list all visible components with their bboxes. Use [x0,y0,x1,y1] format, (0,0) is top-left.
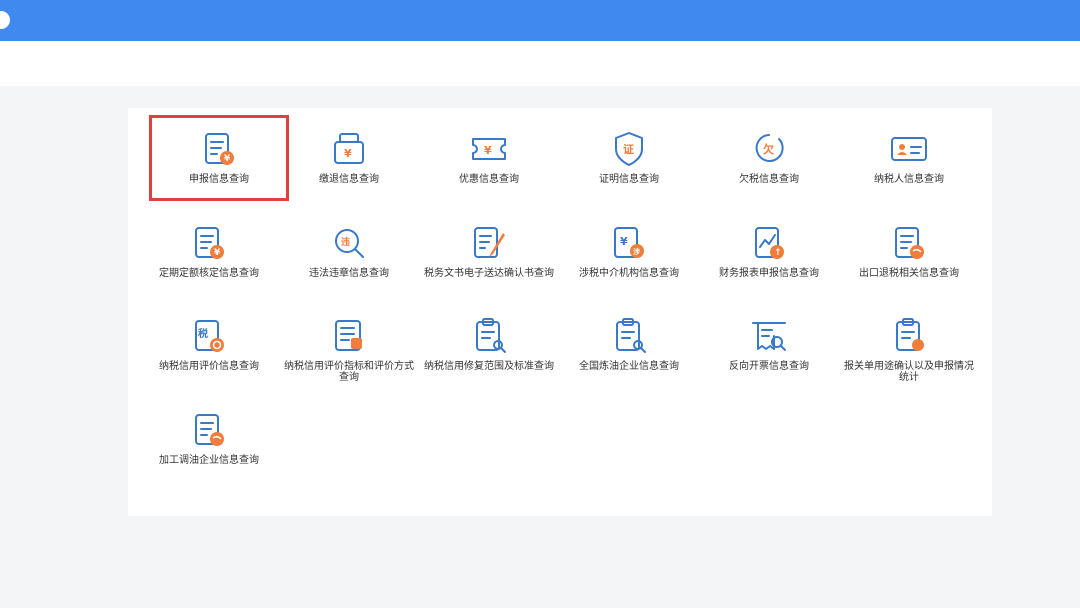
query-item-arrears[interactable]: 欠 欠税信息查询 [699,115,839,201]
query-item-refinery[interactable]: 全国炼油企业信息查询 [559,302,699,388]
query-item-credit-index[interactable]: 纳税信用评价指标和评价方式查询 [279,302,419,388]
query-item-label: 纳税信用修复范围及标准查询 [424,361,554,372]
svg-text:¥: ¥ [224,154,231,164]
query-item-label: 纳税信用评价指标和评价方式查询 [284,361,414,383]
query-item-customs-declaration[interactable]: 报关单用途确认以及申报情况统计 [839,302,979,388]
svg-text:↑: ↑ [774,248,782,258]
credit-index-icon [335,320,362,351]
svg-text:涉: 涉 [633,247,640,256]
query-item-label: 税务文书电子送达确认书查询 [424,268,554,279]
query-item-e-delivery[interactable]: 税务文书电子送达确认书查询 [419,209,559,295]
query-item-tax-agency[interactable]: ¥ 涉 涉税中介机构信息查询 [559,209,699,295]
arrears-clock-icon: 欠 [755,134,784,162]
query-item-declaration[interactable]: ¥ 申报信息查询 [149,115,289,201]
query-item-label: 缴退信息查询 [319,174,379,185]
query-item-oil-blending[interactable]: 加工调油企业信息查询 [139,396,279,482]
query-item-taxpayer[interactable]: 纳税人信息查询 [839,115,979,201]
reverse-invoice-icon [752,322,786,351]
oil-blending-doc-icon [195,414,224,446]
top-nav-bar [0,0,1080,41]
query-item-export-rebate[interactable]: 出口退税相关信息查询 [839,209,979,295]
query-item-label: 财务报表申报信息查询 [719,268,819,279]
declaration-doc-icon: ¥ [205,133,234,165]
export-globe-doc-icon [895,227,924,259]
payment-bag-icon: ¥ [334,133,364,164]
query-item-credit-repair[interactable]: 纳税信用修复范围及标准查询 [419,302,559,388]
query-item-label: 证明信息查询 [599,174,659,185]
report-chart-icon: ↑ [755,227,784,259]
credit-rating-icon: 税 [195,320,224,352]
customs-clipboard-icon [896,318,924,351]
query-item-label: 加工调油企业信息查询 [159,455,259,466]
document-pen-icon [474,227,505,258]
query-item-label: 全国炼油企业信息查询 [579,361,679,372]
svg-text:¥: ¥ [620,235,628,248]
svg-text:¥: ¥ [214,248,221,258]
query-item-label: 违法违章信息查询 [309,268,389,279]
taxpayer-card-icon [891,137,927,161]
query-item-preferential[interactable]: ¥ 优惠信息查询 [419,115,559,201]
query-menu-panel: ¥ 申报信息查询 ¥ 缴退信息查询 ¥ 优惠信息查询 证 证明信息查询 欠 欠税… [128,108,992,516]
query-item-fixed-quota[interactable]: ¥ 定期定额核定信息查询 [139,209,279,295]
refinery-clipboard-icon [616,318,646,353]
svg-text:证: 证 [623,143,634,156]
violation-search-icon: 违 [335,229,364,258]
svg-text:违: 违 [341,236,350,248]
fixed-quota-doc-icon: ¥ [195,227,224,259]
user-avatar-icon[interactable] [0,11,10,29]
query-item-label: 申报信息查询 [189,174,249,185]
query-item-label: 报关单用途确认以及申报情况统计 [844,361,974,383]
query-item-reverse-invoice[interactable]: 反向开票信息查询 [699,302,839,388]
query-item-credit-rating[interactable]: 税 纳税信用评价信息查询 [139,302,279,388]
svg-text:¥: ¥ [344,147,352,160]
svg-text:¥: ¥ [484,144,492,157]
query-item-financial-report[interactable]: ↑ 财务报表申报信息查询 [699,209,839,295]
query-item-violation[interactable]: 违 违法违章信息查询 [279,209,419,295]
query-item-label: 涉税中介机构信息查询 [579,268,679,279]
coupon-ticket-icon: ¥ [472,138,506,160]
sub-header-bar [0,41,1080,86]
query-item-label: 出口退税相关信息查询 [859,268,959,279]
query-item-label: 反向开票信息查询 [729,361,809,372]
query-item-label: 欠税信息查询 [739,174,799,185]
query-item-label: 定期定额核定信息查询 [159,268,259,279]
query-item-certificate[interactable]: 证 证明信息查询 [559,115,699,201]
query-item-label: 优惠信息查询 [459,174,519,185]
certificate-shield-icon: 证 [615,132,643,166]
query-item-label: 纳税信用评价信息查询 [159,361,259,372]
svg-text:税: 税 [198,327,208,340]
agency-doc-icon: ¥ 涉 [614,227,644,258]
credit-repair-clipboard-icon [476,318,506,353]
query-item-label: 纳税人信息查询 [874,174,944,185]
svg-text:欠: 欠 [763,142,775,156]
query-item-payment-refund[interactable]: ¥ 缴退信息查询 [279,115,419,201]
